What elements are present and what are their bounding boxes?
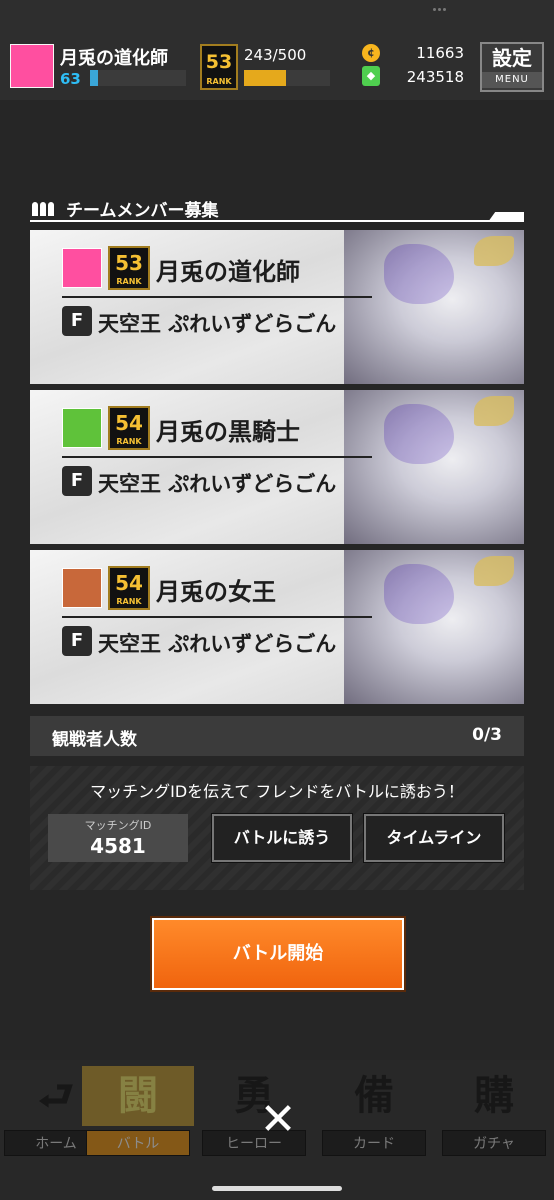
- member-card[interactable]: 54 RANK 月兎の女王 F 天空王 ぷれいずどらごん: [30, 550, 524, 704]
- rank-badge: 53 RANK: [200, 44, 238, 90]
- member-card[interactable]: 53 RANK 月兎の道化師 F 天空王 ぷれいずどらごん: [30, 230, 524, 384]
- section-title: チームメンバー募集: [66, 201, 219, 221]
- status-bar: 月兎の道化師 63 53 RANK 243/500 ¢ ◆ 11663 2435…: [0, 0, 554, 100]
- home-indicator[interactable]: [212, 1186, 342, 1191]
- member-card[interactable]: 54 RANK 月兎の黒騎士 F 天空王 ぷれいずどらごん: [30, 390, 524, 544]
- member-rank-badge: 54 RANK: [108, 566, 150, 610]
- matching-id-caption: マッチングID: [84, 819, 152, 832]
- member-name: 月兎の道化師: [156, 258, 300, 286]
- member-name: 月兎の黒騎士: [156, 418, 300, 446]
- title-icon: F: [62, 466, 92, 496]
- matching-message: マッチングIDを伝えて フレンドをバトルに誘おう！: [90, 782, 464, 801]
- member-rank-value: 54: [115, 571, 143, 595]
- gem-count: 243518: [406, 68, 464, 86]
- title-icon: F: [62, 306, 92, 336]
- settings-menu-button[interactable]: 設定 MENU: [480, 42, 544, 92]
- coin-count: 11663: [416, 44, 464, 62]
- player-level: 63: [60, 70, 81, 88]
- spectator-value: 0/3: [472, 725, 502, 745]
- battle-start-button[interactable]: バトル開始: [150, 916, 406, 992]
- more-indicator-icon: [432, 8, 446, 18]
- member-rank-value: 54: [115, 411, 143, 435]
- dragon-hero-image: [344, 550, 524, 704]
- member-rank-badge: 53 RANK: [108, 246, 150, 290]
- rank-badge-label: RANK: [206, 77, 232, 86]
- matching-id-value: 4581: [90, 834, 146, 858]
- settings-label: 設定: [492, 46, 532, 70]
- member-title: 天空王 ぷれいずどらごん: [98, 472, 337, 496]
- member-name-underline: [62, 616, 372, 618]
- member-avatar: [62, 408, 102, 448]
- spectator-count-row: 観戦者人数 0/3: [30, 716, 524, 756]
- member-title: 天空王 ぷれいずどらごん: [98, 632, 337, 656]
- member-avatar: [62, 568, 102, 608]
- dragon-hero-image: [344, 230, 524, 384]
- team-icon: [32, 198, 60, 216]
- member-name-underline: [62, 296, 372, 298]
- section-header: チームメンバー募集: [30, 194, 524, 224]
- level-progress-bar: [90, 70, 186, 86]
- rank-badge-value: 53: [205, 51, 233, 73]
- member-title: 天空王 ぷれいずどらごん: [98, 312, 337, 336]
- member-rank-label: RANK: [116, 597, 142, 606]
- rank-points: 243/500: [244, 46, 307, 64]
- member-rank-badge: 54 RANK: [108, 406, 150, 450]
- member-rank-value: 53: [115, 251, 143, 275]
- member-avatar: [62, 248, 102, 288]
- section-divider-cap: [488, 212, 524, 222]
- member-name-underline: [62, 456, 372, 458]
- close-icon[interactable]: ✕: [258, 1098, 298, 1142]
- member-rank-label: RANK: [116, 437, 142, 446]
- rank-progress-bar: [244, 70, 330, 86]
- invite-to-battle-button[interactable]: バトルに誘う: [211, 813, 353, 863]
- title-icon: F: [62, 626, 92, 656]
- timeline-button[interactable]: タイムライン: [363, 813, 505, 863]
- section-divider: [30, 220, 506, 222]
- member-rank-label: RANK: [116, 277, 142, 286]
- menu-label: MENU: [482, 72, 542, 88]
- matching-id-box: マッチングID 4581: [48, 814, 188, 862]
- matching-panel: マッチングIDを伝えて フレンドをバトルに誘おう！ マッチングID 4581 バ…: [30, 766, 524, 890]
- player-name: 月兎の道化師: [60, 48, 168, 69]
- dragon-hero-image: [344, 390, 524, 544]
- member-name: 月兎の女王: [156, 578, 276, 606]
- player-avatar[interactable]: [10, 44, 54, 88]
- coin-icon: ¢: [362, 44, 380, 62]
- gem-icon: ◆: [362, 66, 380, 86]
- spectator-label: 観戦者人数: [52, 730, 137, 750]
